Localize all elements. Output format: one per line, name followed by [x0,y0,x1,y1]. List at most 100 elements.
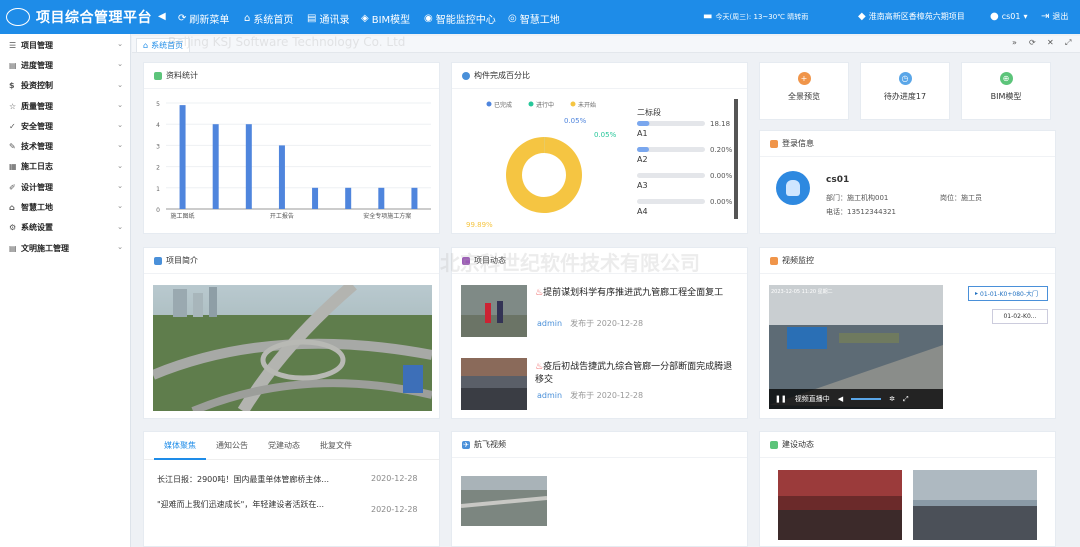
tab-scroll-right-icon[interactable]: » [1012,38,1017,47]
login-username: cs01 [826,175,850,185]
bim-icon: ◈ [361,13,369,24]
chevron-down-icon: ⌄ [117,141,123,150]
sidebar-item[interactable]: ✐ 设计管理 ⌄ [0,177,130,197]
sidebar-item[interactable]: ☆ 质量管理 ⌄ [0,96,130,116]
tab-notices[interactable]: 通知公告 [206,440,258,451]
pause-icon[interactable]: ❚❚ [775,395,787,403]
document-icon [154,71,162,80]
progress-label: A4 [637,207,648,216]
chevron-down-icon: ⌄ [117,161,123,170]
media-item-title[interactable]: 长江日报：2900吨！国内最重单体管廊桥主体... [157,474,357,485]
sidebar-item[interactable]: ✓ 安全管理 ⌄ [0,116,130,136]
camera-icon [770,256,778,265]
camera-channel-button[interactable]: ▸ 01-01-K0+080-大门 [968,286,1048,301]
sidebar-item[interactable]: ✎ 技术管理 ⌄ [0,136,130,156]
sidebar-item[interactable]: ▤ 进度管理 ⌄ [0,55,130,75]
media-tabs: 媒体聚焦 通知公告 党建动态 批复文件 [144,432,439,460]
user-menu[interactable]: ● cs01 ▾ [990,11,1028,22]
y-tick-label: 1 [156,186,160,193]
sidebar-item-label: 质量管理 [21,101,53,111]
avatar [776,171,810,205]
volume-icon[interactable]: ◀ [838,395,843,403]
smart-site-nav-button[interactable]: ◎ 智慧工地 [508,11,560,26]
video-player[interactable]: 2023-12-05 11:20 星期二 ❚❚ 视频直播中 ◀ ✲ ⤢ [769,285,943,409]
aerial-header: ✈ 航飞视频 [452,432,747,458]
slice-label: 0.05% [594,131,617,139]
caret-down-icon: ▾ [1023,12,1028,21]
donut-chart: 已完成 进行中 未开始 0.05% 0.05% 99.89% 二标段 A1 18.18 A2 0.2… [466,99,738,229]
play-icon: ▸ [975,290,979,297]
tab-home[interactable]: ⌂ 系统首页 [136,38,191,52]
logout-icon: ⇥ [1041,11,1050,22]
news-item-meta: admin 发布于 2020-12-28 [537,391,644,400]
build-header: 建设动态 [760,432,1055,458]
bim-tile[interactable]: ⊕ BIM模型 [961,62,1051,120]
legend-label: 未开始 [578,101,596,109]
monitor-nav-button[interactable]: ◉ 智能监控中心 [424,11,496,26]
sidebar-item[interactable]: ⌂ 智慧工地 ⌄ [0,197,130,217]
sidebar-item-label: 安全管理 [21,121,53,131]
news-panel: 项目动态 ♨提前谋划科学有序推进武九管廊工程全面复工 admin 发布于 2020… [451,247,748,419]
build-photo[interactable] [778,470,902,540]
sidebar-item[interactable]: $ 投资控制 ⌄ [0,76,130,96]
tab-close-icon[interactable]: ✕ [1047,38,1054,47]
sidebar-item[interactable]: ▤ 文明施工管理 ⌄ [0,238,130,258]
progress-label: A1 [637,129,648,138]
fullscreen-icon[interactable]: ⤢ [1065,38,1071,48]
aerial-video-thumbnail[interactable] [461,476,547,526]
project-selector[interactable]: ◆ 淮南高新区香樟苑六期项目 [858,11,965,22]
progress-track [637,173,705,178]
bim-nav-button[interactable]: ◈ BIM模型 [361,11,410,26]
news-item-meta: admin 发布于 2020-12-28 [537,319,644,328]
sidebar-item[interactable]: ☰ 项目管理 ⌄ [0,35,130,55]
chevron-down-icon: ⌄ [117,121,123,130]
sidebar-item-label: 系统设置 [21,223,53,233]
progress-value: 0.00% [710,172,733,180]
media-panel: 媒体聚焦 通知公告 党建动态 批复文件 长江日报：2900吨！国内最重单体管廊桥… [143,431,440,547]
hot-fire-icon: ♨ [535,362,544,372]
news-icon [462,256,470,265]
video-timestamp: 2023-12-05 11:20 星期二 [771,289,833,295]
news-item-title[interactable]: ♨提前谋划科学有序推进武九管廊工程全面复工 [535,287,740,300]
tab-approvals[interactable]: 批复文件 [310,440,362,451]
refresh-menu-button[interactable]: ⟳ 刷新菜单 [178,11,229,26]
camera-channel-button[interactable]: 01-02-K0... [992,309,1048,324]
back-button[interactable]: ◀ [158,11,166,22]
logout-button[interactable]: ⇥ 退出 [1041,11,1068,22]
tab-refresh-icon[interactable]: ⟳ [1029,38,1036,47]
chevron-down-icon: ⌄ [117,60,123,69]
volume-slider[interactable] [851,398,882,400]
sidebar-item-label: 设计管理 [21,182,53,192]
platform-logo-icon [6,8,30,26]
bar [345,187,352,209]
user-icon: ● [990,11,999,22]
sidebar-item[interactable]: ▦ 施工日志 ⌄ [0,157,130,177]
chevron-down-icon: ⌄ [117,80,123,89]
legend-dot [570,101,576,107]
tab-media-focus[interactable]: 媒体聚焦 [154,432,206,460]
y-tick-label: 5 [156,101,160,108]
back-icon: ◀ [158,11,166,22]
panorama-tile[interactable]: + 全景预览 [759,62,849,120]
dollar-icon: $ [9,81,15,91]
contacts-nav-button[interactable]: ▤ 通讯录 [307,11,349,26]
build-photo[interactable] [913,470,1037,540]
progress-value: 0.00% [710,198,733,206]
completion-header: 构件完成百分比 [452,63,747,89]
news-item-title[interactable]: ♨疫后初战告捷武九综合管廊一分部断面完成腾退移交 [535,361,740,387]
media-item-title[interactable]: "迎难而上我们迅速成长"，年轻建设者活跃在... [157,498,357,511]
settings-icon[interactable]: ✲ [889,395,895,403]
pencil-icon: ✐ [9,182,16,192]
progress-icon: ▤ [9,60,17,70]
fullscreen-icon[interactable]: ⤢ [903,395,909,404]
y-tick-label: 3 [156,143,160,150]
sidebar: ☰ 项目管理 ⌄ ▤ 进度管理 ⌄ $ 投资控制 ⌄ ☆ 质量管理 ⌄ ✓ 安全管理 ⌄ ✎ 技术管理 ⌄ ▦ 施工日… [0,34,131,547]
bar-chart: 0 1 2 3 4 5 施工图纸 开工报告 安全专项施工方案 [156,101,431,220]
app-title: 项目综合管理平台 [36,10,152,26]
todo-tile[interactable]: ◷ 待办进度17 [860,62,950,120]
sidebar-item[interactable]: ⚙ 系统设置 ⌄ [0,218,130,238]
x-tick-label: 开工报告 [270,212,294,220]
chevron-down-icon: ⌄ [117,202,123,211]
home-nav-button[interactable]: ⌂ 系统首页 [244,11,293,26]
tab-party-news[interactable]: 党建动态 [258,440,310,451]
